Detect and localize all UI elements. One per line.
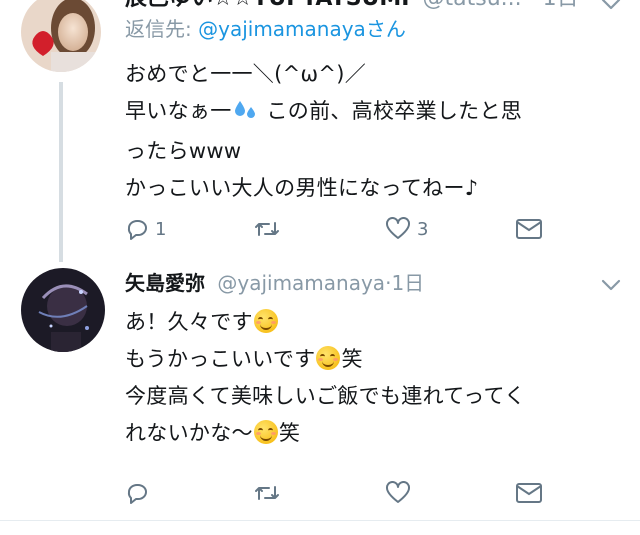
tweet1-author-handle[interactable]: @tatsu...: [423, 0, 522, 11]
envelope-icon: [516, 483, 542, 503]
tweet1-line-1: おめでと一一＼(^ω^)／: [125, 62, 367, 86]
tweet2-reply-button[interactable]: [125, 478, 155, 508]
tweet2-line-1: あ！久々です: [125, 304, 526, 341]
thread-line: [59, 82, 63, 262]
tweet2-retweet-button[interactable]: [253, 478, 287, 508]
tweet1-like-button[interactable]: 3: [385, 214, 428, 244]
tweet1-like-count: 3: [417, 218, 429, 240]
tweet2-time[interactable]: 1日: [391, 271, 424, 295]
chevron-down-icon[interactable]: [600, 0, 622, 12]
reply-to-suffix: さん: [365, 17, 406, 41]
tweet-divider: [0, 520, 640, 521]
tweet1-line-3: ったらwww: [125, 139, 242, 163]
reply-to-handle-link[interactable]: @yajimamanaya: [198, 17, 366, 41]
tweet2-text: あ！久々です もうかっこいいです笑 今度高くて美味しいご飯でも連れてってく れな…: [125, 304, 526, 452]
heart-icon: [386, 481, 410, 503]
tweet2-author-handle[interactable]: @yajimamanaya: [217, 271, 385, 295]
tweet1-reply-button[interactable]: 1: [125, 214, 166, 244]
tweet2-line-3: 今度高くて美味しいご飯でも連れてってく: [125, 384, 526, 408]
reply-to-line: 返信先: @yajimamanayaさん: [125, 14, 406, 44]
tweet1-time[interactable]: 1日: [543, 0, 579, 11]
reply-icon: [127, 220, 147, 240]
reply-icon: [127, 484, 147, 504]
chevron-down-icon[interactable]: [600, 277, 622, 293]
tweet1-reply-count: 1: [155, 218, 167, 240]
sweat-droplets-icon: [234, 96, 258, 133]
retweet-icon: [255, 222, 279, 236]
tweet2-like-button[interactable]: [385, 478, 417, 508]
smiling-face-icon: [253, 309, 278, 333]
tweet2-line-2: もうかっこいいです笑: [125, 346, 363, 371]
tweet1-line-4: かっこいい大人の男性になってねー♪: [125, 176, 479, 200]
tweet1-actions: 1 3: [125, 214, 555, 244]
tweet2-actions: [125, 478, 555, 508]
tweet2-author-name[interactable]: 矢島愛弥: [125, 271, 205, 295]
tweet1-dm-button[interactable]: [515, 214, 543, 244]
smiling-face-icon: [253, 420, 278, 444]
tweet1-line-2: 早いなぁ一 この前、高校卒業したと思: [125, 93, 522, 133]
tweet2-header: 矢島愛弥 @yajimamanaya·1日: [125, 268, 424, 298]
avatar-yajima[interactable]: [21, 268, 105, 352]
tweet2-line-4: れないかな〜笑: [125, 420, 301, 445]
tweet1-header: 辰巳ゆい☆☆YUI TATSUMI @tatsu... 1日: [125, 0, 579, 12]
tweet2-dm-button[interactable]: [515, 478, 543, 508]
envelope-icon: [516, 219, 542, 239]
tweet1-author-name[interactable]: 辰巳ゆい☆☆YUI TATSUMI: [125, 0, 410, 11]
smiling-face-icon: [316, 346, 341, 370]
avatar-tatsumi[interactable]: [21, 0, 101, 72]
tweet1-retweet-button[interactable]: [253, 214, 287, 244]
reply-to-prefix: 返信先:: [125, 17, 199, 41]
heart-icon: [386, 217, 410, 239]
retweet-icon: [255, 486, 279, 500]
tweet1-text: おめでと一一＼(^ω^)／ 早いなぁ一 この前、高校卒業したと思 ったらwww …: [125, 56, 522, 207]
